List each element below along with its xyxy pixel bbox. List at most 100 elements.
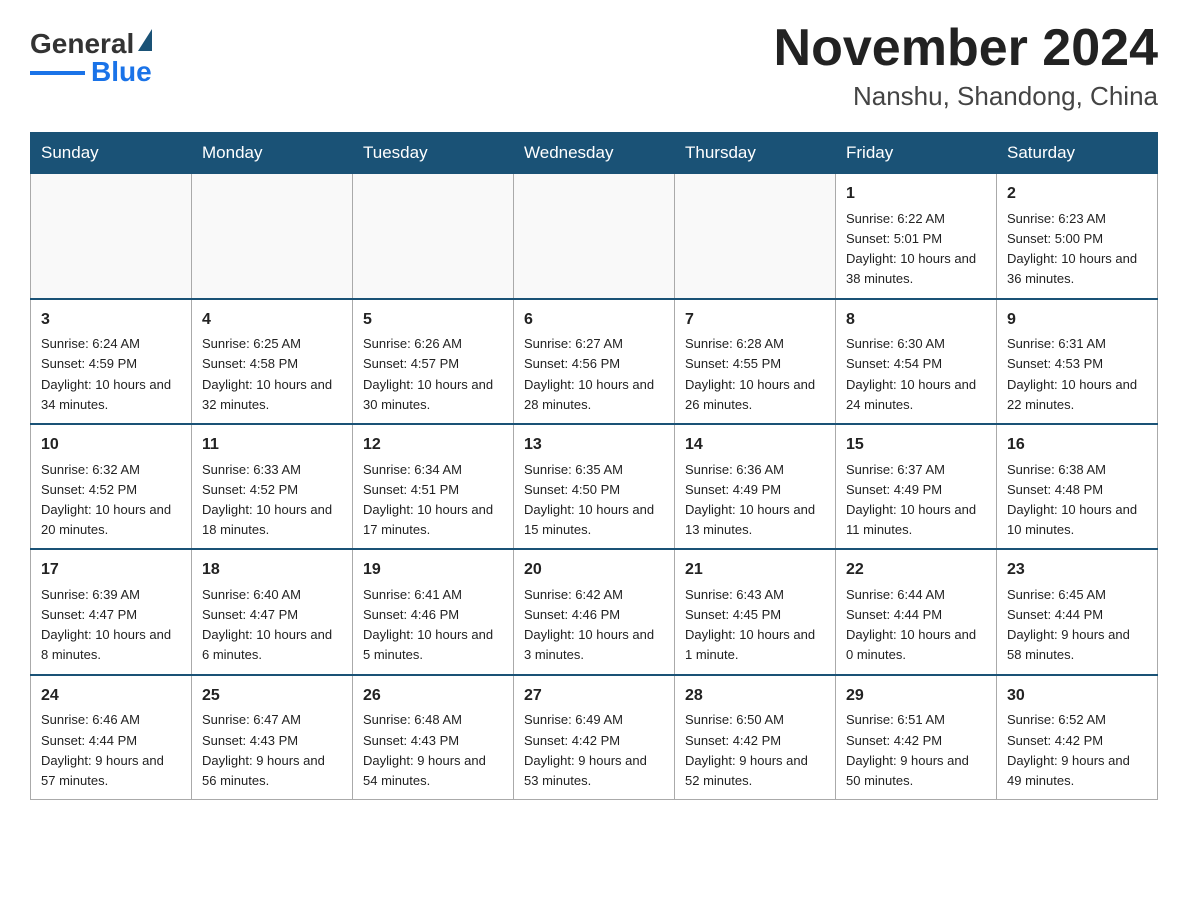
week-row-1: 1Sunrise: 6:22 AM Sunset: 5:01 PM Daylig… [31, 174, 1158, 299]
calendar-cell: 25Sunrise: 6:47 AM Sunset: 4:43 PM Dayli… [192, 675, 353, 800]
calendar-cell: 28Sunrise: 6:50 AM Sunset: 4:42 PM Dayli… [675, 675, 836, 800]
weekday-header-row: Sunday Monday Tuesday Wednesday Thursday… [31, 133, 1158, 174]
cell-info: Sunrise: 6:45 AM Sunset: 4:44 PM Dayligh… [1007, 585, 1147, 666]
location-title: Nanshu, Shandong, China [774, 81, 1158, 112]
calendar-cell [192, 174, 353, 299]
cell-info: Sunrise: 6:39 AM Sunset: 4:47 PM Dayligh… [41, 585, 181, 666]
calendar-table: Sunday Monday Tuesday Wednesday Thursday… [30, 132, 1158, 800]
calendar-cell: 29Sunrise: 6:51 AM Sunset: 4:42 PM Dayli… [836, 675, 997, 800]
calendar-cell: 30Sunrise: 6:52 AM Sunset: 4:42 PM Dayli… [997, 675, 1158, 800]
calendar-cell: 18Sunrise: 6:40 AM Sunset: 4:47 PM Dayli… [192, 549, 353, 674]
day-number: 26 [363, 684, 503, 709]
day-number: 8 [846, 308, 986, 333]
month-title: November 2024 [774, 20, 1158, 77]
day-number: 12 [363, 433, 503, 458]
week-row-5: 24Sunrise: 6:46 AM Sunset: 4:44 PM Dayli… [31, 675, 1158, 800]
day-number: 18 [202, 558, 342, 583]
cell-info: Sunrise: 6:31 AM Sunset: 4:53 PM Dayligh… [1007, 334, 1147, 415]
day-number: 5 [363, 308, 503, 333]
cell-info: Sunrise: 6:25 AM Sunset: 4:58 PM Dayligh… [202, 334, 342, 415]
day-number: 29 [846, 684, 986, 709]
calendar-cell: 15Sunrise: 6:37 AM Sunset: 4:49 PM Dayli… [836, 424, 997, 549]
calendar-cell [514, 174, 675, 299]
cell-info: Sunrise: 6:46 AM Sunset: 4:44 PM Dayligh… [41, 710, 181, 791]
calendar-cell: 3Sunrise: 6:24 AM Sunset: 4:59 PM Daylig… [31, 299, 192, 424]
cell-info: Sunrise: 6:50 AM Sunset: 4:42 PM Dayligh… [685, 710, 825, 791]
calendar-cell: 8Sunrise: 6:30 AM Sunset: 4:54 PM Daylig… [836, 299, 997, 424]
calendar-cell: 22Sunrise: 6:44 AM Sunset: 4:44 PM Dayli… [836, 549, 997, 674]
calendar-cell: 2Sunrise: 6:23 AM Sunset: 5:00 PM Daylig… [997, 174, 1158, 299]
cell-info: Sunrise: 6:37 AM Sunset: 4:49 PM Dayligh… [846, 460, 986, 541]
logo-underline [30, 71, 85, 75]
header-monday: Monday [192, 133, 353, 174]
day-number: 27 [524, 684, 664, 709]
calendar-cell: 13Sunrise: 6:35 AM Sunset: 4:50 PM Dayli… [514, 424, 675, 549]
cell-info: Sunrise: 6:32 AM Sunset: 4:52 PM Dayligh… [41, 460, 181, 541]
cell-info: Sunrise: 6:51 AM Sunset: 4:42 PM Dayligh… [846, 710, 986, 791]
day-number: 20 [524, 558, 664, 583]
day-number: 9 [1007, 308, 1147, 333]
cell-info: Sunrise: 6:34 AM Sunset: 4:51 PM Dayligh… [363, 460, 503, 541]
cell-info: Sunrise: 6:48 AM Sunset: 4:43 PM Dayligh… [363, 710, 503, 791]
calendar-cell: 14Sunrise: 6:36 AM Sunset: 4:49 PM Dayli… [675, 424, 836, 549]
cell-info: Sunrise: 6:44 AM Sunset: 4:44 PM Dayligh… [846, 585, 986, 666]
day-number: 19 [363, 558, 503, 583]
day-number: 3 [41, 308, 181, 333]
logo-text-general: General [30, 30, 134, 58]
logo-text-blue: Blue [91, 58, 152, 86]
cell-info: Sunrise: 6:41 AM Sunset: 4:46 PM Dayligh… [363, 585, 503, 666]
day-number: 28 [685, 684, 825, 709]
calendar-cell [353, 174, 514, 299]
day-number: 4 [202, 308, 342, 333]
week-row-2: 3Sunrise: 6:24 AM Sunset: 4:59 PM Daylig… [31, 299, 1158, 424]
header-friday: Friday [836, 133, 997, 174]
cell-info: Sunrise: 6:40 AM Sunset: 4:47 PM Dayligh… [202, 585, 342, 666]
header-thursday: Thursday [675, 133, 836, 174]
header-sunday: Sunday [31, 133, 192, 174]
day-number: 22 [846, 558, 986, 583]
title-section: November 2024 Nanshu, Shandong, China [774, 20, 1158, 112]
day-number: 25 [202, 684, 342, 709]
day-number: 24 [41, 684, 181, 709]
cell-info: Sunrise: 6:24 AM Sunset: 4:59 PM Dayligh… [41, 334, 181, 415]
day-number: 23 [1007, 558, 1147, 583]
calendar-cell: 12Sunrise: 6:34 AM Sunset: 4:51 PM Dayli… [353, 424, 514, 549]
day-number: 15 [846, 433, 986, 458]
calendar-cell: 10Sunrise: 6:32 AM Sunset: 4:52 PM Dayli… [31, 424, 192, 549]
day-number: 2 [1007, 182, 1147, 207]
header-tuesday: Tuesday [353, 133, 514, 174]
cell-info: Sunrise: 6:27 AM Sunset: 4:56 PM Dayligh… [524, 334, 664, 415]
day-number: 11 [202, 433, 342, 458]
calendar-cell: 9Sunrise: 6:31 AM Sunset: 4:53 PM Daylig… [997, 299, 1158, 424]
day-number: 16 [1007, 433, 1147, 458]
cell-info: Sunrise: 6:43 AM Sunset: 4:45 PM Dayligh… [685, 585, 825, 666]
cell-info: Sunrise: 6:23 AM Sunset: 5:00 PM Dayligh… [1007, 209, 1147, 290]
cell-info: Sunrise: 6:22 AM Sunset: 5:01 PM Dayligh… [846, 209, 986, 290]
page-header: General Blue November 2024 Nanshu, Shand… [30, 20, 1158, 112]
calendar-cell: 5Sunrise: 6:26 AM Sunset: 4:57 PM Daylig… [353, 299, 514, 424]
week-row-4: 17Sunrise: 6:39 AM Sunset: 4:47 PM Dayli… [31, 549, 1158, 674]
logo-triangle-icon [138, 29, 152, 51]
cell-info: Sunrise: 6:36 AM Sunset: 4:49 PM Dayligh… [685, 460, 825, 541]
calendar-cell: 7Sunrise: 6:28 AM Sunset: 4:55 PM Daylig… [675, 299, 836, 424]
calendar-cell: 27Sunrise: 6:49 AM Sunset: 4:42 PM Dayli… [514, 675, 675, 800]
header-wednesday: Wednesday [514, 133, 675, 174]
week-row-3: 10Sunrise: 6:32 AM Sunset: 4:52 PM Dayli… [31, 424, 1158, 549]
cell-info: Sunrise: 6:42 AM Sunset: 4:46 PM Dayligh… [524, 585, 664, 666]
day-number: 17 [41, 558, 181, 583]
day-number: 30 [1007, 684, 1147, 709]
day-number: 21 [685, 558, 825, 583]
day-number: 1 [846, 182, 986, 207]
cell-info: Sunrise: 6:52 AM Sunset: 4:42 PM Dayligh… [1007, 710, 1147, 791]
cell-info: Sunrise: 6:38 AM Sunset: 4:48 PM Dayligh… [1007, 460, 1147, 541]
calendar-cell: 26Sunrise: 6:48 AM Sunset: 4:43 PM Dayli… [353, 675, 514, 800]
day-number: 13 [524, 433, 664, 458]
day-number: 7 [685, 308, 825, 333]
cell-info: Sunrise: 6:35 AM Sunset: 4:50 PM Dayligh… [524, 460, 664, 541]
calendar-cell: 20Sunrise: 6:42 AM Sunset: 4:46 PM Dayli… [514, 549, 675, 674]
calendar-cell [675, 174, 836, 299]
calendar-cell: 6Sunrise: 6:27 AM Sunset: 4:56 PM Daylig… [514, 299, 675, 424]
cell-info: Sunrise: 6:47 AM Sunset: 4:43 PM Dayligh… [202, 710, 342, 791]
cell-info: Sunrise: 6:28 AM Sunset: 4:55 PM Dayligh… [685, 334, 825, 415]
header-saturday: Saturday [997, 133, 1158, 174]
